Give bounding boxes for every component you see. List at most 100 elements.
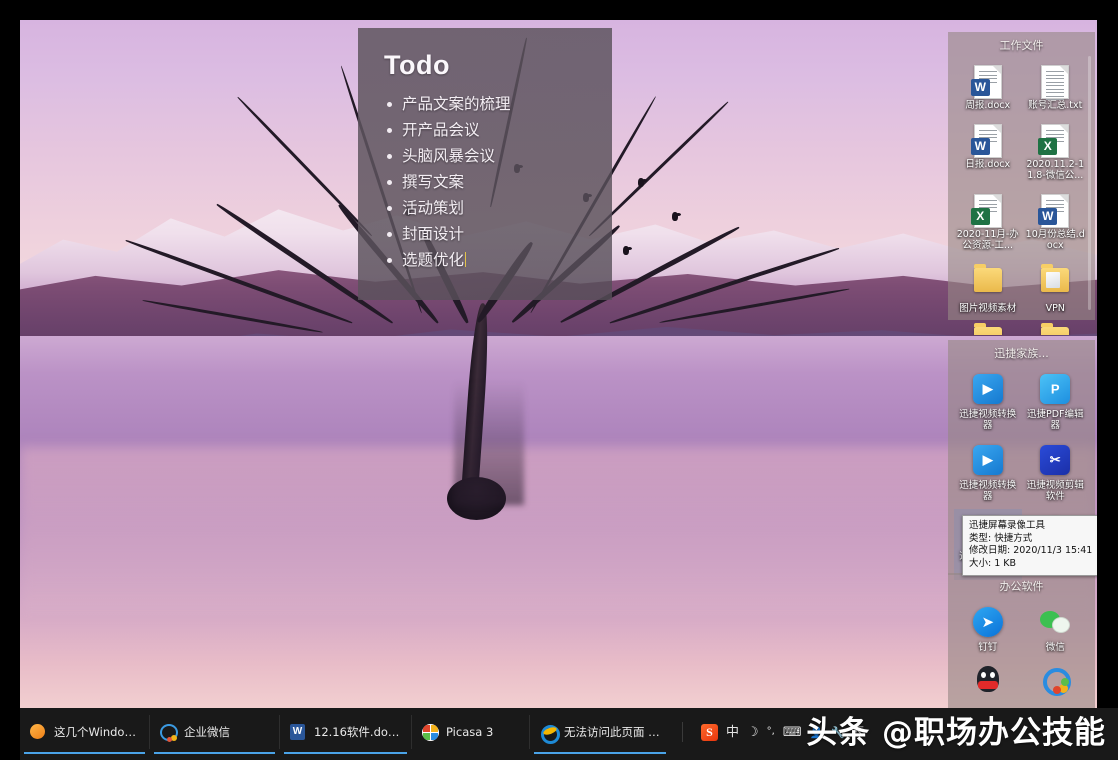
word-document-icon: W — [972, 65, 1004, 97]
taskbar-divider — [682, 722, 683, 742]
desktop-icon-label: 迅捷视频转换器 — [956, 480, 1020, 502]
desktop-icon-label: 钉钉 — [956, 642, 1020, 653]
text-caret — [465, 252, 466, 267]
desktop-icon-weixin-gongzhonghao-xlsx[interactable]: X 2020.11.2-11.8-微信公... — [1022, 118, 1090, 188]
video-converter-icon: ▶ — [972, 445, 1004, 477]
desktop-icon-label: 图片视频素材 — [956, 303, 1020, 314]
taskbar-item-word-doc[interactable]: W 12.16软件.docx - ... — [280, 715, 412, 749]
ime-chinese-mode-icon[interactable]: 中 — [726, 726, 739, 739]
folder-open-icon — [1039, 268, 1071, 300]
desktop-icon-bangong-ziyuan-xlsx[interactable]: X 2020-11月-办公资源-工... — [954, 188, 1022, 258]
desktop-icon-dingtalk[interactable]: ➤ 钉钉 — [954, 600, 1022, 660]
desktop-icon-label: VPN — [1024, 303, 1088, 314]
todo-item-label: 开产品会议 — [402, 121, 480, 139]
fence-office-software[interactable]: 办公软件 ➤ 钉钉 微信 — [948, 573, 1095, 708]
folder-icon — [972, 327, 1004, 335]
excel-document-icon: X — [972, 194, 1004, 226]
fence-title: 迅捷家族... — [948, 340, 1095, 361]
desktop-icon-xunjie-video-converter-2[interactable]: ▶ 迅捷视频转换器 — [954, 438, 1022, 509]
desktop-icon-clipped[interactable] — [1022, 321, 1090, 335]
ime-moon-icon[interactable]: ☽ — [747, 726, 759, 739]
fence-icon-grid: W 周报.docx 账号汇总.txt W 日报.docx X — [948, 53, 1095, 335]
taskbar-active-underline — [154, 752, 275, 754]
desktop-icon-zhoubao-docx[interactable]: W 周报.docx — [954, 59, 1022, 118]
tooltip-size: 大小: 1 KB — [969, 558, 1102, 571]
todo-item-label: 活动策划 — [402, 199, 464, 217]
bird-silhouette — [672, 212, 678, 221]
taskbar-item-label: 这几个Windows软... — [54, 724, 139, 740]
taskbar-active-underline — [534, 752, 666, 754]
desktop-icon-picasa[interactable] — [1022, 660, 1090, 701]
desktop-icon-xunjie-video-cutter[interactable]: ✂ 迅捷视频剪辑软件 — [1022, 438, 1090, 509]
fence-work-files[interactable]: 工作文件 W 周报.docx 账号汇总.txt W 日报.docx — [948, 32, 1095, 320]
todo-item[interactable]: 头脑风暴会议 — [402, 143, 612, 169]
taskbar-item-label: 企业微信 — [184, 724, 230, 740]
desktop-icon-xunjie-video-converter[interactable]: ▶ 迅捷视频转换器 — [954, 367, 1022, 438]
tree-branch — [609, 246, 839, 324]
taskbar-item-wecom[interactable]: 企业微信 — [150, 715, 280, 749]
desktop-icon-10yue-zongjie-docx[interactable]: W 10月份总结.docx — [1022, 188, 1090, 258]
fence-scrollbar[interactable] — [1088, 56, 1091, 310]
desktop-icon-xunjie-pdf-editor[interactable]: P 迅捷PDF编辑器 — [1022, 367, 1090, 438]
video-cutter-icon: ✂ — [1039, 445, 1071, 477]
desktop-icon-zhanghao-huizong-txt[interactable]: 账号汇总.txt — [1022, 59, 1090, 118]
bird-silhouette — [638, 178, 644, 187]
letterbox-top — [0, 0, 1118, 20]
todo-item[interactable]: 封面设计 — [402, 221, 612, 247]
video-converter-icon: ▶ — [972, 374, 1004, 406]
desktop-icon-label: 迅捷PDF编辑器 — [1024, 409, 1088, 431]
desktop-icon-wechat[interactable]: 微信 — [1022, 600, 1090, 660]
desktop-icon-clipped[interactable] — [954, 321, 1022, 335]
taskbar-active-underline — [284, 752, 407, 754]
wecom-icon — [160, 724, 177, 741]
generic-app-icon — [30, 724, 47, 741]
ime-punctuation-icon[interactable]: °, — [767, 727, 775, 737]
taskbar-item-picasa[interactable]: Picasa 3 — [412, 715, 530, 749]
folder-icon — [1039, 327, 1071, 335]
todo-item[interactable]: 产品文案的梳理 — [402, 91, 612, 117]
todo-widget[interactable]: Todo 产品文案的梳理 开产品会议 头脑风暴会议 撰写文案 活动策划 封面设计… — [358, 28, 612, 300]
taskbar-item-label: Picasa 3 — [446, 725, 493, 739]
todo-item-label: 撰写文案 — [402, 173, 464, 191]
desktop-icon-tupian-shipin-sucai[interactable]: 图片视频素材 — [954, 258, 1022, 321]
ime-keyboard-icon[interactable]: ⌨ — [783, 726, 802, 739]
wechat-icon — [1039, 607, 1071, 639]
word-document-icon: W — [1039, 194, 1071, 226]
desktop-icon-label: 微信 — [1024, 642, 1088, 653]
internet-explorer-icon — [540, 724, 557, 741]
taskbar-item-label: 12.16软件.docx - ... — [314, 724, 401, 740]
todo-item[interactable]: 活动策划 — [402, 195, 612, 221]
taskbar-item-internet-explorer[interactable]: 无法访问此页面 - I... — [530, 715, 670, 749]
todo-list: 产品文案的梳理 开产品会议 头脑风暴会议 撰写文案 活动策划 封面设计 选题优化 — [358, 91, 612, 273]
todo-title: Todo — [358, 28, 612, 91]
text-file-icon — [1039, 65, 1071, 97]
desktop-icon-qq[interactable] — [954, 660, 1022, 701]
desktop-icon-label: 迅捷视频转换器 — [956, 409, 1020, 431]
taskbar-item-label: 无法访问此页面 - I... — [564, 724, 660, 740]
qq-penguin-icon — [972, 666, 1004, 698]
pdf-editor-icon: P — [1039, 374, 1071, 406]
todo-item[interactable]: 选题优化 — [402, 247, 612, 273]
sogou-ime-icon[interactable]: S — [701, 724, 718, 741]
desktop-icon-label: 日报.docx — [956, 159, 1020, 170]
todo-item[interactable]: 开产品会议 — [402, 117, 612, 143]
desktop-icon-vpn[interactable]: VPN — [1022, 258, 1090, 321]
desktop-icon-ribao-docx[interactable]: W 日报.docx — [954, 118, 1022, 188]
tooltip-type: 类型: 快捷方式 — [969, 533, 1102, 546]
word-document-icon: W — [972, 124, 1004, 156]
todo-item[interactable]: 撰写文案 — [402, 169, 612, 195]
picasa-icon — [422, 724, 439, 741]
desktop-icon-label: 周报.docx — [956, 100, 1020, 111]
picasa-icon — [1039, 666, 1071, 698]
tree-reflection — [454, 380, 523, 505]
file-tooltip: 迅捷屏幕录像工具 类型: 快捷方式 修改日期: 2020/11/3 15:41 … — [962, 515, 1109, 576]
folder-icon — [972, 268, 1004, 300]
watermark: 头条 @职场办公技能 — [806, 707, 1106, 752]
dingtalk-icon: ➤ — [972, 607, 1004, 639]
taskbar-item-windows-article[interactable]: 这几个Windows软... — [20, 715, 150, 749]
bird-silhouette — [623, 246, 629, 255]
fence-title: 办公软件 — [948, 573, 1095, 594]
tooltip-name: 迅捷屏幕录像工具 — [969, 520, 1102, 533]
fence-icon-grid: ➤ 钉钉 微信 — [948, 594, 1095, 701]
letterbox-right — [1097, 0, 1118, 708]
